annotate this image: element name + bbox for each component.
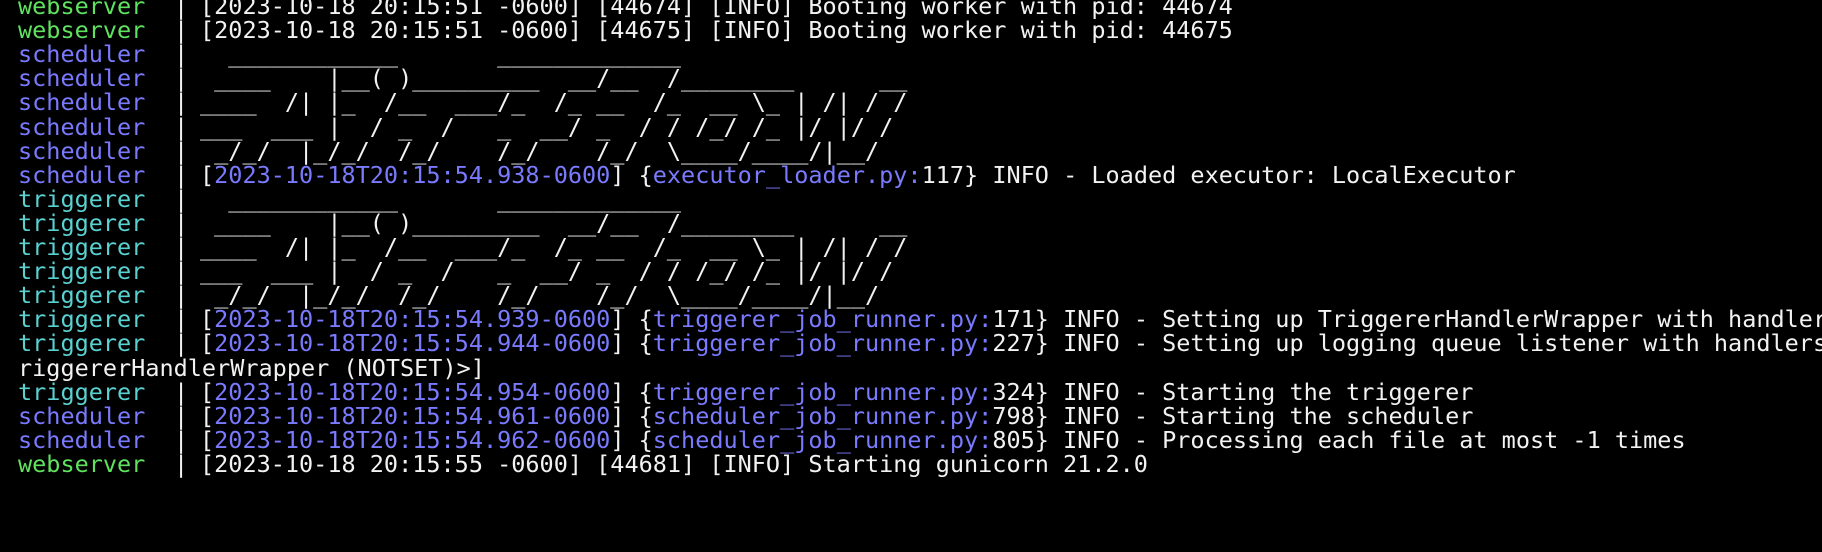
log-line: webserver | [2023-10-18 20:15:55 -0600] [4… [0, 450, 1822, 478]
terminal-output: webserver | [2023-10-18 20:15:51 -0600] [4… [0, 0, 1822, 552]
separator: | [174, 449, 189, 478]
service-name: webserver [18, 449, 146, 478]
log-message: [2023-10-18 20:15:55 -0600] [44681] [INF… [200, 450, 1148, 478]
log-text: [2023-10-18 20:15:55 -0600] [44681] [INF… [200, 449, 1148, 478]
